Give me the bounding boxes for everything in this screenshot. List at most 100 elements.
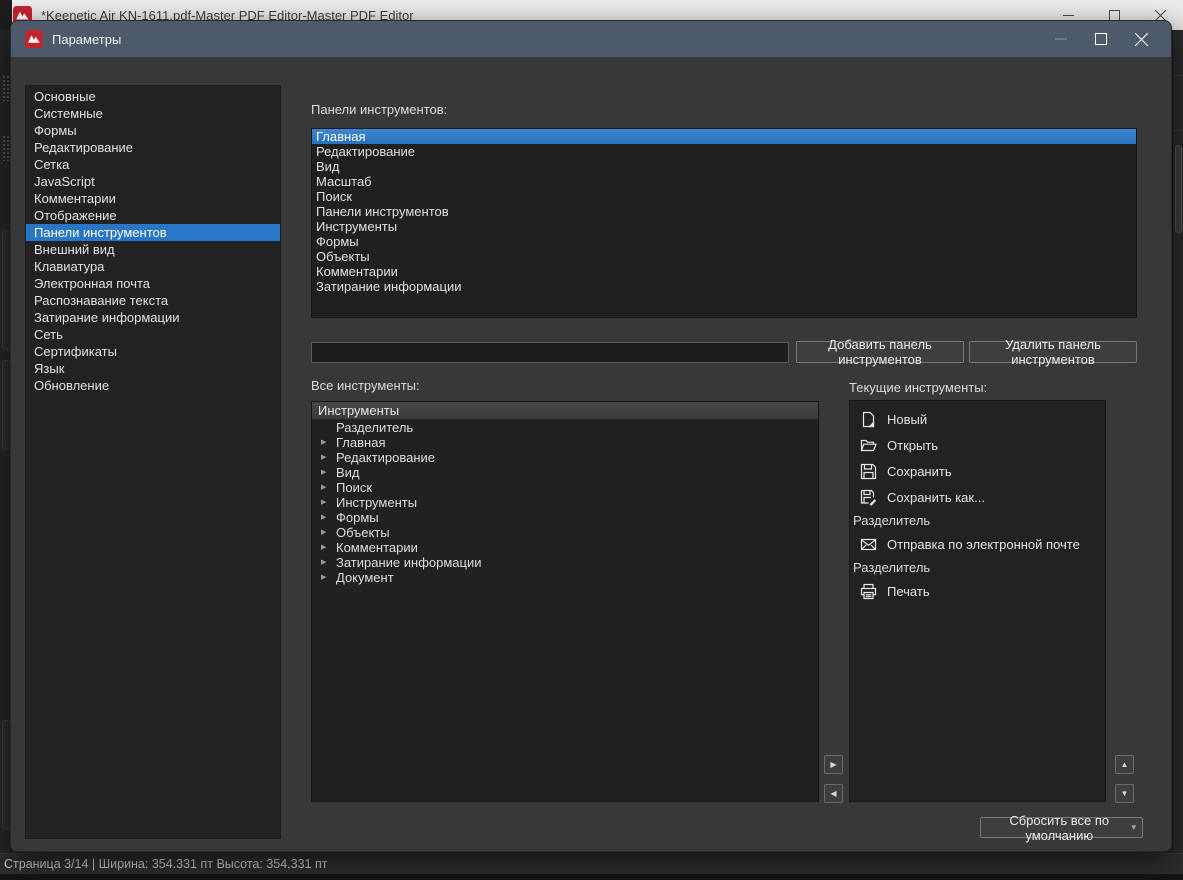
- toolbar-list-item-1[interactable]: Редактирование: [312, 144, 1136, 159]
- toolbar-list-item-2[interactable]: Вид: [312, 159, 1136, 174]
- move-down-button[interactable]: [1115, 784, 1134, 803]
- all-tools-item-1[interactable]: Главная: [312, 435, 818, 450]
- move-left-button[interactable]: [824, 784, 843, 803]
- sidebar-item-6[interactable]: Комментарии: [26, 190, 280, 207]
- expand-arrow-icon[interactable]: [321, 555, 326, 570]
- dialog-title: Параметры: [52, 31, 122, 47]
- settings-category-list: Основные Системные Формы Редактирование Сетк…: [25, 85, 281, 839]
- toolbars-list: Главная Редактирование Вид Масштаб Поиск Пане…: [311, 128, 1137, 318]
- expand-arrow-icon[interactable]: [321, 570, 326, 585]
- dialog-titlebar[interactable]: Параметры: [11, 21, 1171, 57]
- all-tools-item-label: Вид: [336, 465, 360, 480]
- add-toolbar-button[interactable]: Добавить панель инструментов: [796, 337, 964, 367]
- all-tools-item-label: Редактирование: [336, 450, 436, 465]
- sidebar-item-11[interactable]: Электронная почта: [26, 275, 280, 292]
- scrollbar-thumb[interactable]: [1175, 145, 1182, 233]
- toolbar-list-item-4[interactable]: Поиск: [312, 189, 1136, 204]
- expand-arrow-icon[interactable]: [321, 480, 326, 495]
- all-tools-item-4[interactable]: Поиск: [312, 480, 818, 495]
- toolbar-list-item-6[interactable]: Инструменты: [312, 219, 1136, 234]
- email-icon: [860, 536, 877, 553]
- all-tools-item-label: Поиск: [336, 480, 373, 495]
- sidebar-item-4[interactable]: Сетка: [26, 156, 280, 173]
- expand-arrow-icon[interactable]: [321, 525, 326, 540]
- expand-arrow-icon[interactable]: [321, 510, 326, 525]
- sidebar-item-9[interactable]: Внешний вид: [26, 241, 280, 258]
- toolbar-list-item-8[interactable]: Объекты: [312, 249, 1136, 264]
- sidebar-item-7[interactable]: Отображение: [26, 207, 280, 224]
- dialog-body: Основные Системные Формы Редактирование Сетк…: [11, 57, 1171, 851]
- maximize-icon: [1108, 9, 1120, 21]
- current-tool-item-1[interactable]: Открыть: [850, 432, 1105, 458]
- toolbar-list-item-0[interactable]: Главная: [312, 129, 1136, 144]
- new-document-icon: [860, 411, 877, 428]
- current-tool-item-0[interactable]: Новый: [850, 406, 1105, 432]
- all-tools-item-8[interactable]: Комментарии: [312, 540, 818, 555]
- sidebar-item-8[interactable]: Панели инструментов: [26, 224, 280, 241]
- sidebar-item-17[interactable]: Обновление: [26, 377, 280, 394]
- current-tool-item-5[interactable]: Отправка по электронной почте: [850, 531, 1105, 557]
- all-tools-item-0[interactable]: Разделитель: [312, 420, 818, 435]
- master-pdf-editor-logo-icon: [25, 30, 43, 48]
- status-bar: Страница 3/14 | Ширина: 354.331 пт Высот…: [0, 853, 1183, 874]
- all-tools-item-9[interactable]: Затирание информации: [312, 555, 818, 570]
- all-tools-item-10[interactable]: Документ: [312, 570, 818, 585]
- toolbar-list-item-3[interactable]: Масштаб: [312, 174, 1136, 189]
- screen: *Keenetic Air KN-1611.pdf-Master PDF Edi…: [0, 0, 1183, 880]
- all-tools-item-label: Главная: [336, 435, 386, 450]
- sidebar-item-15[interactable]: Сертификаты: [26, 343, 280, 360]
- remove-toolbar-button[interactable]: Удалить панель инструментов: [969, 337, 1137, 367]
- dialog-minimize-button[interactable]: [1041, 21, 1081, 57]
- sidebar-item-14[interactable]: Сеть: [26, 326, 280, 343]
- current-tool-item-2[interactable]: Сохранить: [850, 458, 1105, 484]
- toolbars-section-label: Панели инструментов:: [311, 102, 448, 117]
- minimize-icon: [1055, 33, 1067, 45]
- all-tools-item-2[interactable]: Редактирование: [312, 450, 818, 465]
- all-tools-item-label: Объекты: [336, 525, 390, 540]
- all-tools-label: Все инструменты:: [311, 378, 420, 393]
- expand-arrow-icon[interactable]: [321, 540, 326, 555]
- sidebar-item-16[interactable]: Язык: [26, 360, 280, 377]
- sidebar-item-10[interactable]: Клавиатура: [26, 258, 280, 275]
- all-tools-item-7[interactable]: Объекты: [312, 525, 818, 540]
- expand-arrow-icon[interactable]: [321, 495, 326, 510]
- new-toolbar-name-input[interactable]: [311, 342, 789, 363]
- move-right-button[interactable]: [824, 755, 843, 774]
- preferences-dialog: Параметры Основные Системные Формы Редактир…: [10, 20, 1172, 852]
- current-tools-label: Текущие инструменты:: [849, 380, 988, 395]
- toolbar-list-item-5[interactable]: Панели инструментов: [312, 204, 1136, 219]
- toolbar-list-item-10[interactable]: Затирание информации: [312, 279, 1136, 294]
- current-tools-list: Новый Открыть Сохранить Сохранить как... Раз…: [849, 400, 1106, 802]
- toolbar-list-item-9[interactable]: Комментарии: [312, 264, 1136, 279]
- dialog-window-controls: [1041, 21, 1161, 57]
- all-tools-item-6[interactable]: Формы: [312, 510, 818, 525]
- current-tool-item-7[interactable]: Печать: [850, 578, 1105, 604]
- expand-arrow-icon[interactable]: [321, 435, 326, 450]
- sidebar-item-12[interactable]: Распознавание текста: [26, 292, 280, 309]
- all-tools-item-label: Разделитель: [336, 420, 414, 435]
- current-tool-label: Отправка по электронной почте: [887, 536, 1080, 552]
- toolbar-list-item-7[interactable]: Формы: [312, 234, 1136, 249]
- sidebar-item-1[interactable]: Системные: [26, 105, 280, 122]
- all-tools-item-label: Документ: [336, 570, 394, 585]
- expand-arrow-icon[interactable]: [321, 465, 326, 480]
- toolbar-grip: [2, 135, 10, 161]
- current-tool-separator-6[interactable]: Разделитель: [850, 557, 1105, 578]
- expand-arrow-icon[interactable]: [321, 450, 326, 465]
- sidebar-item-13[interactable]: Затирание информации: [26, 309, 280, 326]
- sidebar-item-5[interactable]: JavaScript: [26, 173, 280, 190]
- dialog-close-button[interactable]: [1121, 21, 1161, 57]
- sidebar-item-3[interactable]: Редактирование: [26, 139, 280, 156]
- all-tools-item-5[interactable]: Инструменты: [312, 495, 818, 510]
- current-tool-item-3[interactable]: Сохранить как...: [850, 484, 1105, 510]
- current-tool-separator-4[interactable]: Разделитель: [850, 510, 1105, 531]
- all-tools-tree-header[interactable]: Инструменты: [312, 402, 818, 420]
- move-up-button[interactable]: [1115, 755, 1134, 774]
- all-tools-item-3[interactable]: Вид: [312, 465, 818, 480]
- open-folder-icon: [860, 437, 877, 454]
- sidebar-item-2[interactable]: Формы: [26, 122, 280, 139]
- reset-defaults-button[interactable]: Сбросить все по умолчанию: [980, 813, 1143, 843]
- dialog-maximize-button[interactable]: [1081, 21, 1121, 57]
- sidebar-item-0[interactable]: Основные: [26, 88, 280, 105]
- background-right-strip: [1172, 30, 1183, 853]
